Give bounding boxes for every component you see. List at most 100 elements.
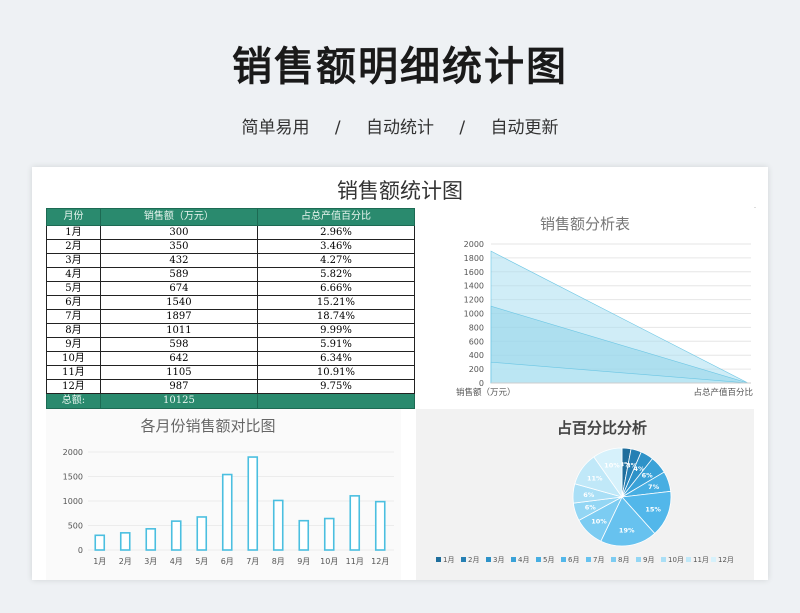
cell-percent: 3.46% xyxy=(256,239,416,254)
y-tick-label: 1600 xyxy=(464,268,484,277)
legend-label: 11月 xyxy=(693,556,709,564)
header-month: 月份 xyxy=(46,208,101,226)
cell-percent: 4.27% xyxy=(256,253,416,268)
legend-swatch xyxy=(461,557,466,562)
header-sales: 销售额（万元） xyxy=(99,208,258,226)
table-row: 7月 1897 18.74% xyxy=(46,309,416,324)
cell-percent: 2.96% xyxy=(256,225,416,240)
y-tick-label: 0 xyxy=(479,379,484,388)
legend-swatch xyxy=(661,557,666,562)
pie-label: 6% xyxy=(585,504,597,512)
legend-swatch xyxy=(536,557,541,562)
x-tick-label: 2月 xyxy=(119,557,132,566)
cell-percent: 10.91% xyxy=(256,365,416,380)
cell-month: 9月 xyxy=(46,337,101,352)
table-row: 1月 300 2.96% xyxy=(46,225,416,240)
cell-percent: 9.75% xyxy=(256,379,416,394)
cell-month: 10月 xyxy=(46,351,101,366)
legend-label: 7月 xyxy=(593,556,604,564)
legend-label: 5月 xyxy=(543,556,554,564)
bar xyxy=(221,473,233,551)
x-tick-label: 1月 xyxy=(93,557,106,566)
bar xyxy=(119,532,131,551)
bar xyxy=(247,456,259,551)
y-tick-label: 2000 xyxy=(63,448,83,457)
x-tick-label: 6月 xyxy=(221,557,234,566)
legend-label: 3月 xyxy=(493,556,504,564)
legend-swatch xyxy=(436,557,441,562)
legend-swatch xyxy=(561,557,566,562)
cell-sales: 1540 xyxy=(99,295,258,310)
cell-sales: 642 xyxy=(99,351,258,366)
sales-table: 月份 销售额（万元） 占总产值百分比 1月 300 2.96% 2月 350 3.46% 3… xyxy=(46,208,416,409)
y-tick-label: 400 xyxy=(469,351,484,360)
y-tick-label: 0 xyxy=(78,546,83,555)
table-row: 4月 589 5.82% xyxy=(46,267,416,282)
table-row: 12月 987 9.75% xyxy=(46,379,416,394)
x-tick-label: 9月 xyxy=(297,557,310,566)
chart-title: 占百分比分析 xyxy=(557,419,647,437)
total-value: 10125 xyxy=(99,393,258,409)
legend-swatch xyxy=(611,557,616,562)
area-chart: 销售额分析表 0 200 400 600 800 1000 1200 1400 1600 1800 2… xyxy=(456,215,753,398)
legend-label: 8月 xyxy=(618,556,629,564)
cell-month: 1月 xyxy=(46,225,101,240)
cell-month: 4月 xyxy=(46,267,101,282)
tag-separator: / xyxy=(459,118,466,138)
cell-sales: 1897 xyxy=(99,309,258,324)
x-tick-label: 10月 xyxy=(320,557,338,566)
table-row: 10月 642 6.34% xyxy=(46,351,416,366)
pie-chart-panel: 占百分比分析 3% 3% 4% 6% 7% 15% 19% 10% 6% 6% 11% 10% 1月 2月 3… xyxy=(416,409,754,580)
cell-sales: 589 xyxy=(99,267,258,282)
y-tick-label: 200 xyxy=(469,365,484,374)
cell-sales: 598 xyxy=(99,337,258,352)
y-tick-label: 800 xyxy=(469,323,484,332)
table-row: 11月 1105 10.91% xyxy=(46,365,416,380)
y-tick-label: 600 xyxy=(469,337,484,346)
pie-label: 6% xyxy=(583,491,595,499)
legend-swatch xyxy=(636,557,641,562)
cell-month: 8月 xyxy=(46,323,101,338)
cell-percent: 15.21% xyxy=(256,295,416,310)
y-tick-label: 1400 xyxy=(464,282,484,291)
cell-percent: 6.66% xyxy=(256,281,416,296)
area-chart-panel: 销售额分析表 0 200 400 600 800 1000 1200 1400 1600 1800 2… xyxy=(416,207,754,403)
y-tick-label: 1000 xyxy=(464,310,484,319)
x-tick-label: 3月 xyxy=(144,557,157,566)
chart-title: 各月份销售额对比图 xyxy=(140,417,275,435)
bar xyxy=(170,520,182,551)
bar xyxy=(196,516,208,551)
x-tick-label: 4月 xyxy=(170,557,183,566)
cell-month: 12月 xyxy=(46,379,101,394)
legend-swatch xyxy=(711,557,716,562)
x-tick-label: 销售额（万元） xyxy=(456,387,516,398)
legend-label: 10月 xyxy=(668,556,684,564)
legend-label: 1月 xyxy=(443,556,454,564)
bar-chart: 各月份销售额对比图 0 500 1000 1500 2000 1月 2月 3月 4月 5月 6月 7月 8… xyxy=(63,417,394,566)
pie-label: 15% xyxy=(645,505,661,513)
table-row: 2月 350 3.46% xyxy=(46,239,416,254)
table-row: 9月 598 5.91% xyxy=(46,337,416,352)
total-label: 总额: xyxy=(46,393,101,409)
cell-sales: 1105 xyxy=(99,365,258,380)
tag-auto-stat: 自动统计 xyxy=(366,118,434,138)
pie-label: 10% xyxy=(591,518,607,526)
legend-swatch xyxy=(511,557,516,562)
bar xyxy=(374,500,386,551)
cell-month: 2月 xyxy=(46,239,101,254)
cell-percent: 6.34% xyxy=(256,351,416,366)
y-tick-label: 2000 xyxy=(464,240,484,249)
tag-auto-update: 自动更新 xyxy=(490,118,559,138)
legend-label: 2月 xyxy=(468,556,479,564)
tag-easy: 简单易用 xyxy=(241,118,310,138)
table-row: 8月 1011 9.99% xyxy=(46,323,416,338)
x-tick-label: 5月 xyxy=(195,557,208,566)
cell-percent: 5.82% xyxy=(256,267,416,282)
cell-month: 3月 xyxy=(46,253,101,268)
bar xyxy=(94,534,106,551)
cell-percent: 5.91% xyxy=(256,337,416,352)
cell-sales: 674 xyxy=(99,281,258,296)
cell-month: 11月 xyxy=(46,365,101,380)
y-tick-label: 1200 xyxy=(464,296,484,305)
x-tick-label: 11月 xyxy=(346,557,364,566)
